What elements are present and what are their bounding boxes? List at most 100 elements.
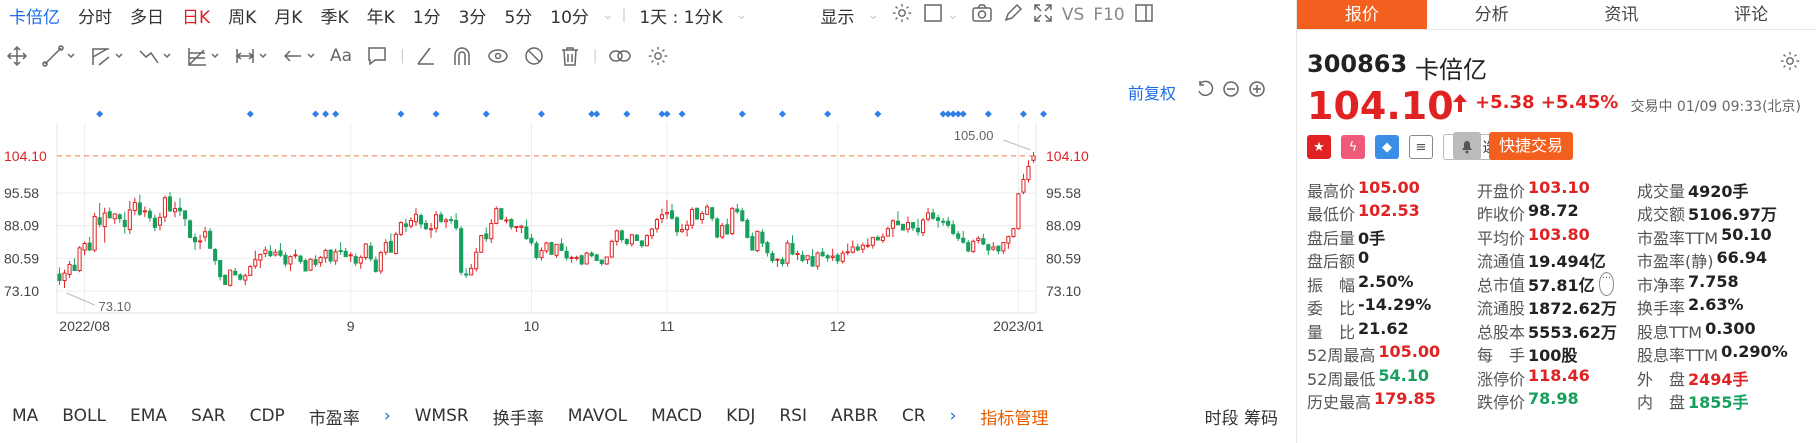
indicator-wmsr[interactable]: WMSR xyxy=(403,406,481,426)
candle xyxy=(815,251,820,270)
candle xyxy=(62,269,67,288)
indicator-boll[interactable]: BOLL xyxy=(50,406,118,426)
camera-icon[interactable] xyxy=(971,3,993,28)
range-icon[interactable] xyxy=(234,41,268,71)
reset-icon[interactable] xyxy=(1196,80,1214,102)
indicator-macd[interactable]: MACD xyxy=(639,406,714,426)
tab-fenshi[interactable]: 分时 xyxy=(69,3,121,28)
line-icon[interactable] xyxy=(42,41,76,71)
move-icon[interactable] xyxy=(6,41,28,71)
settings-icon[interactable] xyxy=(891,2,913,29)
more-icon[interactable]: ··· xyxy=(1598,271,1615,296)
delete-icon[interactable] xyxy=(559,41,581,71)
panel-toggle-icon[interactable] xyxy=(1134,3,1154,28)
channel-icon[interactable] xyxy=(90,41,124,71)
tab-10min[interactable]: 10分 xyxy=(541,3,598,28)
tab-monthly-k[interactable]: 月K xyxy=(265,3,311,28)
tag-icon[interactable]: ◆ xyxy=(1375,135,1399,159)
hide-icon[interactable] xyxy=(523,41,545,71)
candle-body xyxy=(720,225,725,238)
tab-news[interactable]: 资讯 xyxy=(1557,0,1687,29)
chevron-right-icon[interactable]: › xyxy=(938,406,969,426)
zoom-out-icon[interactable] xyxy=(1222,80,1240,102)
tab-year-k[interactable]: 年K xyxy=(358,3,404,28)
quote-key: 外 盘 xyxy=(1637,369,1686,389)
indicator-turnover[interactable]: 换手率 xyxy=(481,404,556,429)
candle xyxy=(122,211,127,234)
candle xyxy=(278,243,283,258)
indicator-sar[interactable]: SAR xyxy=(179,406,238,426)
chevron-down-icon[interactable]: ⌄ xyxy=(947,7,959,23)
candle-body xyxy=(182,210,188,220)
flash-icon[interactable]: ϟ xyxy=(1341,135,1365,159)
indicator-cdp[interactable]: CDP xyxy=(238,406,297,426)
fullscreen-icon[interactable] xyxy=(1033,3,1053,28)
candle-body xyxy=(765,242,770,254)
indicator-ma[interactable]: MA xyxy=(0,406,50,426)
display-menu[interactable]: 显示 xyxy=(811,3,863,28)
indicator-rsi[interactable]: RSI xyxy=(767,406,819,426)
settings-icon[interactable] xyxy=(647,41,669,71)
pencil-icon[interactable] xyxy=(1003,3,1023,28)
indicator-mavol[interactable]: MAVOL xyxy=(556,406,639,426)
indicator-manage-button[interactable]: 指标管理 xyxy=(968,404,1060,429)
doc-icon[interactable]: ≡ xyxy=(1409,135,1433,159)
fast-trade-button[interactable]: 快捷交易 xyxy=(1489,132,1574,160)
tab-stock-name[interactable]: 卡倍亿 xyxy=(0,3,69,28)
candle xyxy=(685,220,690,237)
x-axis-labels: 2022/08 9 10 11 12 2023/01 xyxy=(59,318,1044,334)
tab-weekly-k[interactable]: 周K xyxy=(219,3,265,28)
arrow-icon[interactable] xyxy=(282,41,316,71)
settings-icon[interactable] xyxy=(1779,50,1801,76)
quote-row: 52周最低 54.10 涨停价 118.46 外 盘 2494手 xyxy=(1307,366,1812,390)
tab-analysis[interactable]: 分析 xyxy=(1427,0,1557,29)
interval-select[interactable]: 1天 : 1分K xyxy=(630,3,731,28)
link-icon[interactable] xyxy=(607,41,633,71)
indicator-kdj[interactable]: KDJ xyxy=(714,406,767,426)
ruler-icon[interactable] xyxy=(415,41,437,71)
tab-5min[interactable]: 5分 xyxy=(495,3,541,28)
f10-button[interactable]: F10 xyxy=(1093,5,1133,25)
chevron-down-icon[interactable]: ⌄ xyxy=(867,7,879,23)
quote-cell: 涨停价 118.46 xyxy=(1477,366,1637,390)
candle-body xyxy=(514,226,519,229)
fib-icon[interactable] xyxy=(186,41,220,71)
wave-icon[interactable] xyxy=(138,41,172,71)
indicator-ema[interactable]: EMA xyxy=(118,406,179,426)
indicator-cr[interactable]: CR xyxy=(890,406,938,426)
chevron-down-icon[interactable]: ⌄ xyxy=(602,7,614,23)
chevron-right-icon[interactable]: › xyxy=(372,406,403,426)
vs-button[interactable]: VS xyxy=(1053,5,1093,25)
kline-chart[interactable]: 104.10 104.10 95.58 95.58 88.09 88.09 80.59 80.… xyxy=(0,105,1290,375)
eye-icon[interactable] xyxy=(487,41,509,71)
tab-daily-k[interactable]: 日K xyxy=(173,3,219,28)
candle xyxy=(403,218,408,233)
tab-1min[interactable]: 1分 xyxy=(404,3,450,28)
tab-comments[interactable]: 评论 xyxy=(1686,0,1816,29)
quote-cell: 昨收价 98.72 xyxy=(1477,201,1637,225)
text-tool-icon[interactable]: Aa xyxy=(330,41,352,71)
quote-value: 105.00 xyxy=(1358,177,1420,197)
candle-body xyxy=(87,242,92,251)
bell-icon[interactable] xyxy=(1453,132,1481,160)
zoom-in-icon[interactable] xyxy=(1248,80,1266,102)
adjust-mode[interactable]: 前复权 xyxy=(1128,80,1176,104)
chevron-down-icon[interactable]: ⌄ xyxy=(736,7,748,23)
tab-quote[interactable]: 报价 xyxy=(1297,0,1427,29)
indicator-pe[interactable]: 市盈率 xyxy=(297,404,372,429)
candle xyxy=(745,218,750,239)
candle xyxy=(890,219,895,237)
comment-icon[interactable] xyxy=(366,41,388,71)
candle-body xyxy=(679,229,685,232)
candle-body xyxy=(1016,193,1021,230)
magnet-icon[interactable] xyxy=(451,41,473,71)
square-icon[interactable] xyxy=(923,3,943,28)
tab-3min[interactable]: 3分 xyxy=(450,3,496,28)
tab-quarter-k[interactable]: 季K xyxy=(311,3,357,28)
period-chip-button[interactable]: 时段 筹码 xyxy=(1193,404,1290,429)
candle xyxy=(604,256,609,265)
candle-body xyxy=(991,246,996,250)
indicator-arbr[interactable]: ARBR xyxy=(819,406,890,426)
tab-multiday[interactable]: 多日 xyxy=(121,3,173,28)
change-percent: +5.45% xyxy=(1540,92,1619,113)
